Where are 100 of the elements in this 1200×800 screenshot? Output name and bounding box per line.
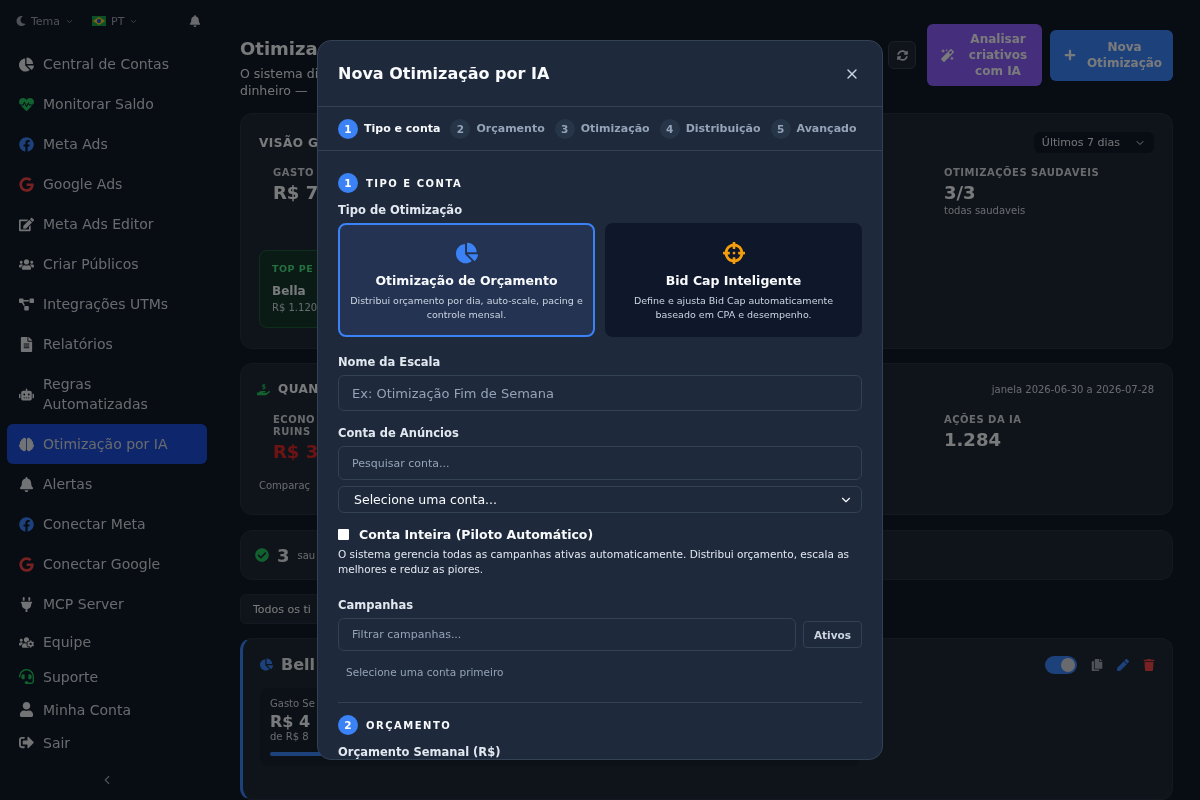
stat-label: ECONO RUINS xyxy=(273,414,316,438)
campaign-filter-field[interactable]: Filtrar campanhas... xyxy=(338,618,796,651)
healthy-text: sau xyxy=(297,549,316,561)
sidebar-item[interactable]: Equipe xyxy=(7,624,207,660)
sidebar-item[interactable]: Monitorar Saldo xyxy=(7,84,207,124)
pie-chart-icon xyxy=(19,56,34,72)
sidebar-item[interactable]: Regras Automatizadas xyxy=(7,364,207,424)
sidebar-item[interactable]: Meta Ads Editor xyxy=(7,204,207,244)
sidebar-item[interactable]: Integrações UTMs xyxy=(7,284,207,324)
users-icon xyxy=(19,256,34,272)
healthy-count: 3 xyxy=(277,544,290,566)
plus-icon xyxy=(1064,49,1076,61)
stat-label: Gasto Se xyxy=(270,698,315,709)
user-icon xyxy=(19,702,34,717)
google-icon xyxy=(19,176,34,192)
moon-icon xyxy=(16,16,26,26)
card-title: QUAN xyxy=(278,382,319,396)
stat-label: OTIMIZAÇÕES SAUDAVEIS xyxy=(944,167,1100,179)
sidebar-item[interactable]: Criar Públicos xyxy=(7,244,207,284)
field-label: Orçamento Semanal (R$) xyxy=(338,745,502,759)
crosshair-icon xyxy=(722,242,745,264)
option-description: Distribui orçamento por dia, auto-scale, pacing e controle mensal. xyxy=(349,294,584,322)
page-description: O sistema di dinheiro — xyxy=(240,65,319,99)
top-value: R$ 1.120 xyxy=(272,302,318,313)
sidebar-item[interactable]: Otimização por IA xyxy=(7,424,207,464)
stat-label: AÇÕES DA IA xyxy=(944,414,1022,426)
refresh-button[interactable] xyxy=(888,41,916,69)
checkbox-label: Conta Inteira (Piloto Automático) xyxy=(359,527,594,542)
new-optimization-button[interactable]: Nova Otimização xyxy=(1050,29,1173,81)
sidebar-item[interactable]: Meta Ads xyxy=(7,124,207,164)
option-title: Otimização de Orçamento xyxy=(375,273,558,288)
google-icon xyxy=(19,556,34,572)
account-search-field[interactable]: Pesquisar conta... xyxy=(338,446,862,480)
pie-chart-icon xyxy=(455,242,478,264)
field-label: Tipo de Otimização xyxy=(338,203,464,217)
type-option[interactable]: Bid Cap Inteligente Define e ajusta Bid Cap automaticamente baseado em CPA e desempenho. xyxy=(605,223,862,337)
top-label: TOP PE xyxy=(272,263,314,274)
sidebar-item[interactable]: Minha Conta xyxy=(7,693,207,726)
heartbeat-icon xyxy=(19,96,34,112)
refresh-icon xyxy=(896,49,908,61)
field-label: Conta de Anúncios xyxy=(338,426,460,440)
check-icon xyxy=(255,548,269,562)
card-title: VISÃO G xyxy=(259,135,319,150)
document-icon xyxy=(19,336,34,352)
bell-icon[interactable] xyxy=(189,15,201,27)
edit-icon[interactable] xyxy=(1117,658,1129,671)
step-tab[interactable]: 5 Avançado xyxy=(770,118,857,139)
window-note: janela 2026-06-30 a 2026-07-28 xyxy=(991,383,1154,395)
theme-toggle[interactable]: Tema xyxy=(16,14,75,28)
section-title: ORÇAMENTO xyxy=(366,719,452,731)
sidebar-item[interactable]: Conectar Google xyxy=(7,544,207,584)
sidebar-item[interactable]: Alertas xyxy=(7,464,207,504)
edit-icon xyxy=(19,216,34,232)
headset-icon xyxy=(19,669,34,684)
pie-chart-icon xyxy=(260,658,273,671)
top-name: Bella xyxy=(272,284,306,298)
name-input[interactable]: Ex: Otimização Fim de Semana xyxy=(338,375,862,411)
copy-icon[interactable] xyxy=(1091,658,1103,671)
stat-label: GASTO xyxy=(273,167,314,179)
option-description: Define e ajusta Bid Cap automaticamente baseado em CPA e desempenho. xyxy=(632,294,835,322)
flag-icon xyxy=(92,16,107,26)
robot-icon xyxy=(19,386,34,402)
stat-value: R$ 4 xyxy=(270,712,311,731)
stat-note: todas saudaveis xyxy=(944,205,1026,216)
users-gear-icon xyxy=(19,634,34,650)
section-number: 2 xyxy=(338,715,358,735)
sidebar-item[interactable]: MCP Server xyxy=(7,584,207,624)
section-number: 1 xyxy=(338,173,358,193)
optimization-name: Bell xyxy=(281,655,315,674)
sidebar-item[interactable]: Suporte xyxy=(7,660,207,693)
step-tab[interactable]: 3 Otimização xyxy=(554,118,650,139)
step-tab[interactable]: 4 Distribuição xyxy=(659,118,761,139)
sidebar-item[interactable]: Sair xyxy=(7,726,207,759)
checkbox[interactable] xyxy=(338,529,349,540)
active-filter-button[interactable]: Ativos xyxy=(802,621,862,648)
sidebar-item[interactable]: Relatórios xyxy=(7,324,207,364)
brain-icon xyxy=(19,436,34,452)
money-hand-icon xyxy=(257,382,270,396)
account-select[interactable]: Selecione uma conta... xyxy=(338,486,862,513)
language-select[interactable]: PT xyxy=(92,14,139,28)
option-title: Bid Cap Inteligente xyxy=(665,273,802,288)
field-label: Campanhas xyxy=(338,598,415,612)
delete-icon[interactable] xyxy=(1143,658,1155,671)
empty-message: Selecione uma conta primeiro xyxy=(345,665,505,680)
magic-wand-icon xyxy=(941,48,954,62)
sidebar-item[interactable]: Google Ads xyxy=(7,164,207,204)
field-label: Nome da Escala xyxy=(338,355,442,369)
stat-value: R$ 3 xyxy=(273,441,319,462)
facebook-icon xyxy=(19,136,34,152)
toggle-switch[interactable] xyxy=(1045,655,1077,674)
bell-icon xyxy=(19,476,34,492)
sidebar-item[interactable]: Central de Contas xyxy=(7,44,207,84)
autopilot-description: O sistema gerencia todas as campanhas ativas automaticamente. Distribui orçamento, escala as melhores e reduz as piores. xyxy=(338,547,851,577)
type-option[interactable]: Otimização de Orçamento Distribui orçamento por dia, auto-scale, pacing e controle mensal. xyxy=(338,223,595,337)
page-title: Otimiza xyxy=(240,38,319,59)
sidebar-item[interactable]: Conectar Meta xyxy=(7,504,207,544)
step-tab[interactable]: 2 Orçamento xyxy=(450,118,545,139)
step-tab[interactable]: 1 Tipo e conta xyxy=(338,118,441,139)
period-select[interactable]: Últimos 7 dias xyxy=(1033,132,1154,153)
analyze-button[interactable]: Analisar criativos com IA xyxy=(927,24,1042,86)
